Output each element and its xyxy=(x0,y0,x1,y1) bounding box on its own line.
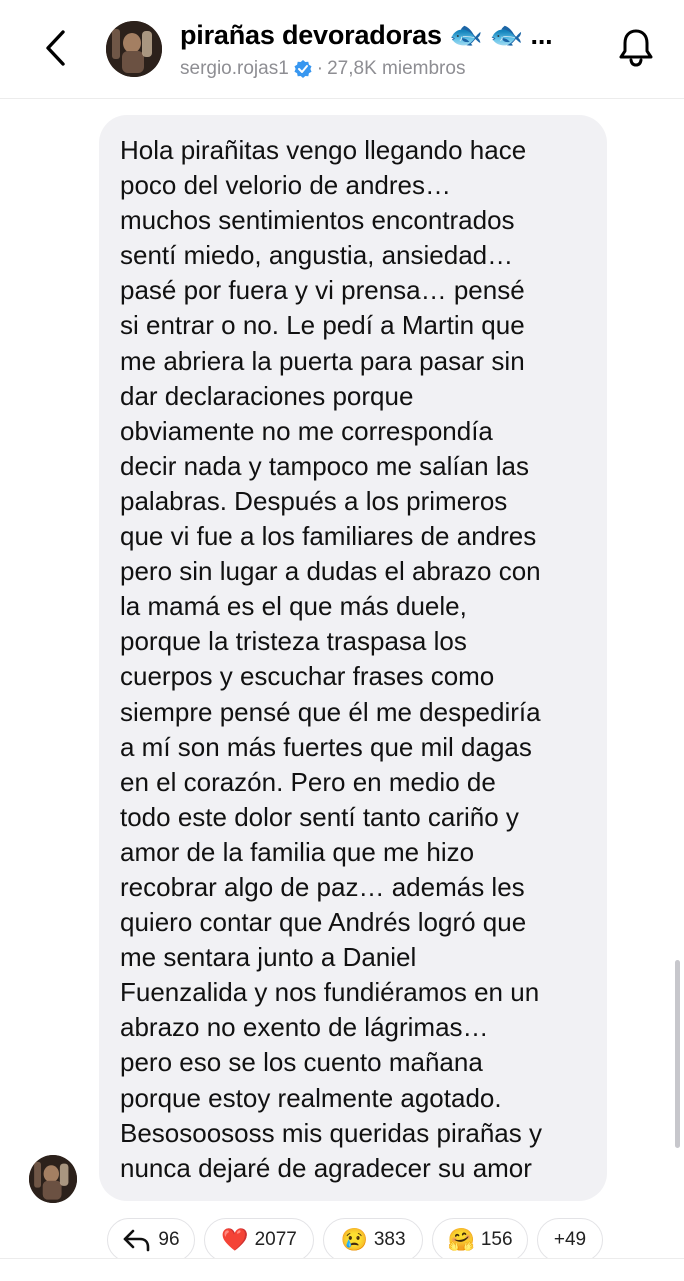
message-line: recobrar algo de paz… además les xyxy=(120,871,525,902)
message-line: que vi fue a los familiares de andres xyxy=(120,521,537,552)
scrollbar-thumb[interactable] xyxy=(675,960,680,1148)
message-line: cuerpos y escuchar frases como xyxy=(120,661,495,692)
reactions-bar: 96 ❤️ 2077 😢 383 🤗 156 +49 xyxy=(107,1218,603,1262)
owner-username[interactable]: sergio.rojas1 xyxy=(180,58,289,80)
crying-face-icon: 😢 xyxy=(340,1227,368,1252)
message-line: Fuenzalida y nos fundiéramos en un xyxy=(120,977,540,1008)
message-line: pero eso se los cuento mañana xyxy=(120,1047,483,1078)
back-button[interactable] xyxy=(34,26,78,70)
message-line: me abriera la puerta para pasar sin xyxy=(120,345,525,376)
avatar-image xyxy=(106,21,162,77)
reaction-chip-hug[interactable]: 🤗 156 xyxy=(432,1218,528,1262)
replies-chip[interactable]: 96 xyxy=(107,1218,195,1262)
message-line: dar declaraciones porque xyxy=(120,380,414,411)
sender-avatar[interactable] xyxy=(29,1155,77,1203)
message-text: Hola pirañitas vengo llegando hace poco d… xyxy=(120,133,589,1186)
hugging-face-icon: 🤗 xyxy=(447,1227,475,1252)
message-line: obviamente no me correspondía xyxy=(120,415,493,446)
reaction-chip-cry[interactable]: 😢 383 xyxy=(323,1218,423,1262)
message-line: poco del velorio de andres… xyxy=(120,170,451,201)
message-line: porque estoy realmente agotado. xyxy=(120,1082,502,1113)
bottom-bar xyxy=(0,1258,684,1281)
notifications-button[interactable] xyxy=(614,26,658,70)
message-line: a mí son más fuertes que mil dagas xyxy=(120,731,532,762)
verified-badge-icon xyxy=(293,59,313,79)
message-line: siempre pensé que él me despediría xyxy=(120,696,541,727)
bell-icon xyxy=(619,29,653,67)
replies-count: 96 xyxy=(158,1229,180,1250)
message-line: si entrar o no. Le pedí a Martin que xyxy=(120,310,525,341)
message-line: todo este dolor sentí tanto cariño y xyxy=(120,801,519,832)
reaction-count-cry: 383 xyxy=(373,1229,406,1250)
message-line: me sentara junto a Daniel xyxy=(120,942,417,973)
channel-header: pirañas devoradoras 🐟 🐟 ... sergio.rojas… xyxy=(0,0,684,99)
reaction-count-heart: 2077 xyxy=(254,1229,297,1250)
channel-subtitle: sergio.rojas1 · 27,8K miembros xyxy=(180,58,465,80)
message-line: Hola pirañitas vengo llegando hace xyxy=(120,135,527,165)
message-line: nunca dejaré de agradecer su amor xyxy=(120,1152,532,1183)
member-count: 27,8K miembros xyxy=(327,58,466,79)
message-line: porque la tristeza traspasa los xyxy=(120,626,467,657)
more-reactions-chip[interactable]: +49 xyxy=(537,1218,603,1262)
reaction-count-hug: 156 xyxy=(480,1229,513,1250)
message-line: quiero contar que Andrés logró que xyxy=(120,907,527,938)
message-bubble[interactable]: Hola pirañitas vengo llegando hace poco d… xyxy=(99,115,607,1201)
message-line: pasé por fuera y vi prensa… pensé xyxy=(120,275,525,306)
channel-avatar[interactable] xyxy=(106,21,162,77)
message-line: en el corazón. Pero en medio de xyxy=(120,766,496,797)
message-line: muchos sentimientos encontrados xyxy=(120,205,515,236)
message-line: palabras. Después a los primeros xyxy=(120,485,508,516)
message-line: abrazo no exento de lágrimas… xyxy=(120,1012,489,1043)
message-line: decir nada y tampoco me salían las xyxy=(120,450,529,481)
heart-icon: ❤️ xyxy=(221,1227,249,1252)
subtitle-separator: · xyxy=(316,58,324,79)
reply-arrow-icon xyxy=(124,1229,150,1252)
message-line: sentí miedo, angustia, ansiedad… xyxy=(120,240,514,271)
message-line: Besosoososs mis queridas pirañas y xyxy=(120,1117,542,1148)
reaction-chip-heart[interactable]: ❤️ 2077 xyxy=(204,1218,314,1262)
sender-avatar-image xyxy=(29,1155,77,1203)
chevron-left-icon xyxy=(46,30,65,66)
message-line: pero sin lugar a dudas el abrazo con xyxy=(120,556,541,587)
more-reactions-count: +49 xyxy=(553,1229,587,1250)
message-line: la mamá es el que más duele, xyxy=(120,591,467,622)
message-line: amor de la familia que me hizo xyxy=(120,836,475,867)
channel-title[interactable]: pirañas devoradoras 🐟 🐟 ... xyxy=(180,19,553,51)
